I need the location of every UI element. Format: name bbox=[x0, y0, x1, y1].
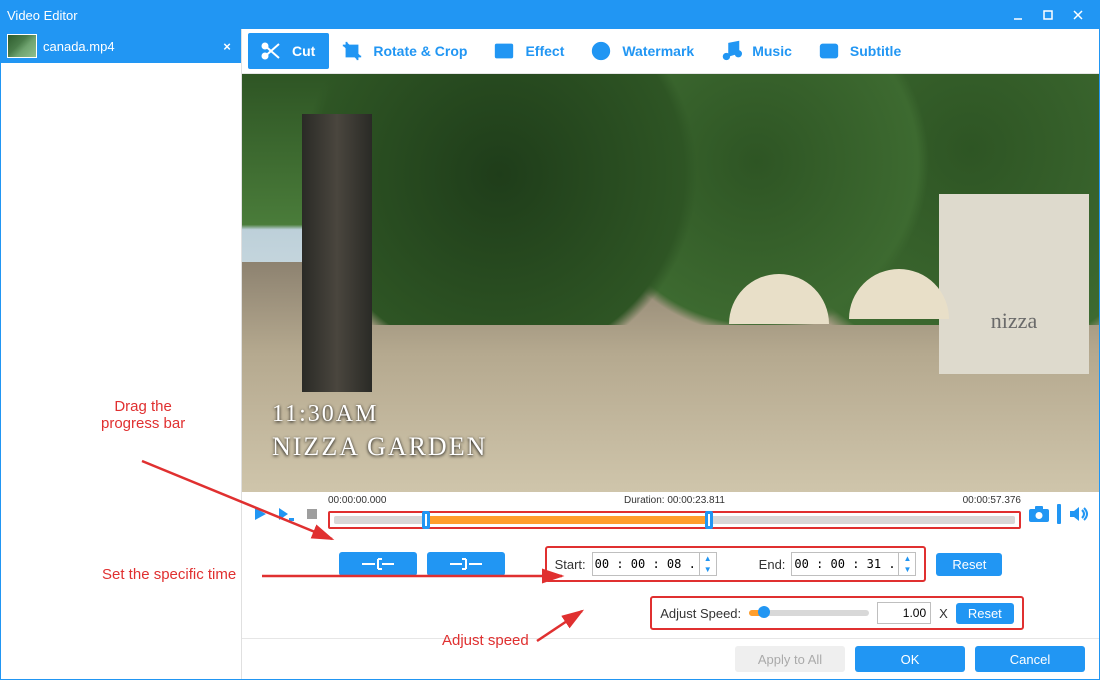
tab-effect[interactable]: Effect bbox=[481, 33, 578, 69]
snapshot-button[interactable] bbox=[1027, 502, 1051, 526]
reset-time-button[interactable]: Reset bbox=[936, 553, 1002, 576]
speed-suffix: X bbox=[939, 606, 948, 621]
music-icon bbox=[718, 38, 744, 64]
watermark-icon bbox=[588, 38, 614, 64]
annotation-drag-bar: Drag the progress bar bbox=[101, 398, 185, 432]
speed-group: Adjust Speed: X Reset bbox=[650, 596, 1024, 630]
video-preview[interactable]: nizza 11:30AM NIZZA GARDEN bbox=[242, 74, 1099, 492]
ok-button[interactable]: OK bbox=[855, 646, 965, 672]
timeline-end-time: 00:00:57.376 bbox=[963, 495, 1021, 506]
start-label: Start: bbox=[555, 557, 586, 572]
volume-button[interactable] bbox=[1067, 502, 1091, 526]
divider bbox=[1057, 504, 1061, 524]
set-end-bracket-button[interactable] bbox=[427, 552, 505, 576]
speed-label: Adjust Speed: bbox=[660, 606, 741, 621]
start-time-value[interactable] bbox=[593, 556, 699, 572]
end-time-input[interactable]: ▲▼ bbox=[791, 552, 916, 576]
main-panel: Cut Rotate & Crop Effect Watermark Music bbox=[242, 29, 1099, 679]
cancel-button[interactable]: Cancel bbox=[975, 646, 1085, 672]
set-start-bracket-button[interactable] bbox=[339, 552, 417, 576]
apply-to-all-button[interactable]: Apply to All bbox=[735, 646, 845, 672]
file-thumbnail bbox=[7, 34, 37, 58]
start-time-input[interactable]: ▲▼ bbox=[592, 552, 717, 576]
tab-subtitle-label: Subtitle bbox=[850, 43, 901, 59]
file-sidebar: canada.mp4 × Drag the progress bar bbox=[1, 29, 242, 679]
tab-rotate-label: Rotate & Crop bbox=[373, 43, 467, 59]
timeline-handle-end[interactable] bbox=[705, 511, 713, 529]
subtitle-icon bbox=[816, 38, 842, 64]
close-button[interactable] bbox=[1063, 4, 1093, 26]
end-spin-down[interactable]: ▼ bbox=[899, 564, 915, 575]
end-label: End: bbox=[759, 557, 786, 572]
tab-music[interactable]: Music bbox=[708, 33, 806, 69]
preview-building-sign: nizza bbox=[939, 308, 1089, 334]
tab-cut[interactable]: Cut bbox=[248, 33, 329, 69]
video-editor-window: Video Editor canada.mp4 × Drag the progr… bbox=[0, 0, 1100, 680]
play-button[interactable] bbox=[250, 504, 270, 524]
speed-value-input[interactable] bbox=[877, 602, 931, 624]
minimize-button[interactable] bbox=[1003, 4, 1033, 26]
close-file-icon[interactable]: × bbox=[219, 39, 235, 54]
playback-bar: 00:00:00.000 Duration: 00:00:23.811 00:0… bbox=[242, 492, 1099, 536]
scissors-icon bbox=[258, 38, 284, 64]
timeline-highlight-box bbox=[328, 511, 1021, 529]
stop-button[interactable] bbox=[302, 504, 322, 524]
start-spin-down[interactable]: ▼ bbox=[700, 564, 716, 575]
speed-slider[interactable] bbox=[749, 610, 869, 616]
crop-icon bbox=[339, 38, 365, 64]
tab-watermark[interactable]: Watermark bbox=[578, 33, 708, 69]
tab-cut-label: Cut bbox=[292, 43, 315, 59]
reset-speed-button[interactable]: Reset bbox=[956, 603, 1014, 624]
effect-icon bbox=[491, 38, 517, 64]
tab-subtitle[interactable]: Subtitle bbox=[806, 33, 915, 69]
timeline[interactable]: 00:00:00.000 Duration: 00:00:23.811 00:0… bbox=[328, 495, 1021, 533]
end-time-value[interactable] bbox=[792, 556, 898, 572]
play-next-button[interactable] bbox=[276, 504, 296, 524]
speed-slider-knob[interactable] bbox=[758, 606, 770, 618]
window-title: Video Editor bbox=[7, 8, 1003, 23]
tool-toolbar: Cut Rotate & Crop Effect Watermark Music bbox=[242, 29, 1099, 74]
start-spin-up[interactable]: ▲ bbox=[700, 553, 716, 564]
preview-overlay-text: 11:30AM NIZZA GARDEN bbox=[272, 401, 487, 462]
file-tab[interactable]: canada.mp4 × bbox=[1, 29, 241, 63]
maximize-button[interactable] bbox=[1033, 4, 1063, 26]
timeline-handle-start[interactable] bbox=[422, 511, 430, 529]
end-spin-up[interactable]: ▲ bbox=[899, 553, 915, 564]
titlebar: Video Editor bbox=[1, 1, 1099, 29]
tab-rotate-crop[interactable]: Rotate & Crop bbox=[329, 33, 481, 69]
tab-effect-label: Effect bbox=[525, 43, 564, 59]
file-name: canada.mp4 bbox=[43, 39, 219, 54]
tab-watermark-label: Watermark bbox=[622, 43, 694, 59]
footer: Apply to All OK Cancel bbox=[242, 638, 1099, 679]
timeline-start-time: 00:00:00.000 bbox=[328, 495, 386, 506]
tab-music-label: Music bbox=[752, 43, 792, 59]
timeline-duration: Duration: 00:00:23.811 bbox=[624, 495, 725, 506]
time-range-group: Start: ▲▼ End: ▲▼ bbox=[545, 546, 927, 582]
